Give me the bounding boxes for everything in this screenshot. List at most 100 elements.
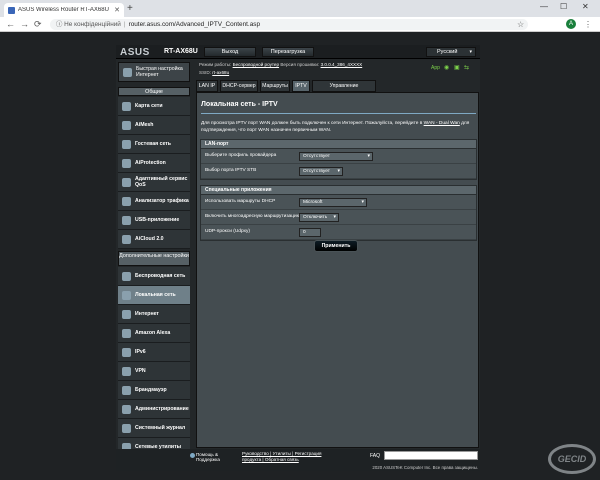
status-bar: Режим работы: Беспроводной роутер Версия…: [196, 60, 480, 80]
globe-icon: [122, 309, 131, 319]
footer-links[interactable]: Руководство | Утилиты | Регистрация прод…: [242, 451, 321, 462]
bookmark-star-icon[interactable]: ☆: [517, 20, 524, 29]
sidebar-item-internet[interactable]: Интернет: [118, 305, 190, 324]
sidebar-item-usb-app[interactable]: USB-приложение: [118, 211, 190, 230]
menu-icon[interactable]: ⋮: [584, 20, 592, 29]
title-divider: [201, 113, 476, 114]
vpn-icon: [122, 366, 131, 376]
sidebar-item-aicloud[interactable]: AiCloud 2.0: [118, 230, 190, 249]
description: Для просмотра IPTV порт WAN должен быть …: [201, 121, 470, 133]
reboot-button[interactable]: Перезагрузка: [262, 47, 314, 57]
lan-port-header: LAN-порт: [201, 140, 476, 149]
tab-switch-control[interactable]: Управление коммутатором: [312, 80, 376, 99]
faq-search-input[interactable]: [384, 451, 478, 460]
forward-icon[interactable]: →: [20, 19, 29, 29]
sidebar-item-firewall[interactable]: Брандмауэр: [118, 381, 190, 400]
advanced-header: Дополнительные настройки: [118, 251, 190, 266]
cloud-icon: [122, 234, 131, 244]
footer-links-line1[interactable]: Руководство | Утилиты | Регистрация: [242, 451, 321, 457]
close-tab-icon[interactable]: ✕: [114, 6, 120, 14]
asus-logo: ASUS: [120, 47, 150, 58]
internet-status-icon[interactable]: ◉: [444, 65, 449, 72]
usb-status-icon[interactable]: ▣: [454, 65, 460, 72]
browser-tab[interactable]: ASUS Wireless Router RT-AX68U ✕: [4, 3, 124, 17]
minimize-icon[interactable]: —: [540, 2, 548, 11]
sidebar-item-wireless[interactable]: Беспроводная сеть: [118, 267, 190, 286]
guest-network-icon: [122, 139, 131, 149]
udp-proxy-input[interactable]: 0: [299, 228, 321, 237]
dhcp-routes-row: Использовать маршруты DHCP Microsoft: [201, 195, 476, 210]
fw-value[interactable]: 3.0.0.4_386_4XXXX: [321, 62, 363, 67]
model-name: RT-AX68U: [164, 48, 198, 55]
info-icon[interactable]: ⓘ: [56, 21, 62, 28]
watermark-logo: GECID: [548, 444, 596, 474]
sidebar-item-administration[interactable]: Администрирование: [118, 400, 190, 419]
security-label: Не конфіденційний: [64, 21, 121, 28]
copyright: 2020 ASUSTeK Computer Inc. Все права защ…: [372, 465, 478, 470]
sidebar-item-network-map[interactable]: Карта сети: [118, 97, 190, 116]
quick-setup-label: Быстрая настройка Интернет: [136, 66, 183, 78]
profile-row: Выберите профиль провайдера Отсутствует: [201, 149, 476, 164]
profile-select[interactable]: Отсутствует: [299, 152, 373, 161]
sidebar-item-qos[interactable]: Адаптивный сервис QoS: [118, 173, 190, 192]
sidebar-item-aimesh[interactable]: AiMesh: [118, 116, 190, 135]
general-header: Общие: [118, 87, 190, 96]
dhcp-routes-label: Использовать маршруты DHCP: [205, 199, 276, 204]
footer: Помощь & Поддержка Руководство | Утилиты…: [116, 449, 480, 471]
multicast-label: Включить многоадресную маршрутизацию: [205, 214, 301, 219]
router-header: ASUS RT-AX68U Выход Перезагрузка Русский: [116, 45, 480, 59]
qos-icon: [122, 177, 131, 187]
wireless-icon: [122, 271, 131, 281]
footer-links-line2[interactable]: продукта | Обратная связь: [242, 457, 321, 463]
new-tab-button[interactable]: +: [127, 3, 133, 15]
close-window-icon[interactable]: ✕: [582, 2, 589, 11]
router-page: ASUS RT-AX68U Выход Перезагрузка Русский…: [116, 45, 480, 471]
dual-wan-link[interactable]: WAN - Dual Wan: [424, 121, 460, 126]
aimesh-icon: [122, 120, 131, 130]
dhcp-routes-select[interactable]: Microsoft: [299, 198, 367, 207]
administration-icon: [122, 404, 131, 414]
page-title: Локальная сеть - IPTV: [201, 101, 278, 108]
url-field[interactable]: ⓘ Не конфіденційний | router.asus.com/Adva…: [50, 19, 528, 30]
multicast-select[interactable]: Отключить: [299, 213, 339, 222]
stb-select[interactable]: Отсутствует: [299, 167, 343, 176]
ssid-value[interactable]: rt-ax68u: [212, 70, 229, 75]
url-text: router.asus.com/Advanced_IPTV_Content.as…: [128, 21, 261, 28]
logout-button[interactable]: Выход: [204, 47, 256, 57]
sidebar-item-vpn[interactable]: VPN: [118, 362, 190, 381]
apply-button[interactable]: Применить: [314, 240, 358, 252]
special-apps-header: Специальные приложения: [201, 186, 476, 195]
tab-iptv[interactable]: IPTV: [292, 80, 310, 92]
mode-value[interactable]: Беспроводной роутер: [233, 62, 279, 67]
sidebar-item-aiprotection[interactable]: AiProtection: [118, 154, 190, 173]
lan-port-panel: LAN-порт Выберите профиль провайдера Отс…: [200, 139, 477, 180]
tab-lan-ip[interactable]: LAN IP: [196, 80, 218, 92]
help-icon: [190, 453, 195, 458]
back-icon[interactable]: ←: [6, 19, 15, 29]
profile-avatar[interactable]: A: [566, 19, 576, 29]
sidebar-item-system-log[interactable]: Системный журнал: [118, 419, 190, 438]
network-map-icon: [122, 101, 131, 111]
sidebar-item-ipv6[interactable]: IPv6: [118, 343, 190, 362]
wizard-icon: [123, 67, 132, 77]
sidebar-item-alexa[interactable]: Amazon Alexa: [118, 324, 190, 343]
traffic-analyzer-icon: [122, 196, 131, 206]
app-link[interactable]: App: [431, 65, 440, 71]
network-status-icon[interactable]: ⇆: [464, 65, 469, 72]
lan-icon: [122, 290, 131, 300]
quick-setup-button[interactable]: Быстрая настройка Интернет: [118, 62, 190, 82]
sidebar-item-traffic-analyzer[interactable]: Анализатор трафика: [118, 192, 190, 211]
reload-icon[interactable]: ⟳: [34, 19, 42, 29]
help-support-label[interactable]: Помощь & Поддержка: [196, 452, 236, 462]
faq-label: FAQ: [370, 453, 381, 459]
language-select[interactable]: Русский: [426, 47, 476, 57]
tab-dhcp-server[interactable]: DHCP-сервер: [220, 80, 258, 92]
maximize-icon[interactable]: ☐: [560, 2, 567, 11]
udp-proxy-row: UDP-прокси (Udpxy) 0: [201, 225, 476, 240]
sidebar-item-lan[interactable]: Локальная сеть: [118, 286, 190, 305]
shield-icon: [122, 158, 131, 168]
sidebar-item-guest-network[interactable]: Гостевая сеть: [118, 135, 190, 154]
content-panel: Локальная сеть - IPTV Для просмотра IPTV…: [196, 92, 479, 448]
tab-routes[interactable]: Маршруты: [260, 80, 290, 92]
firewall-icon: [122, 385, 131, 395]
